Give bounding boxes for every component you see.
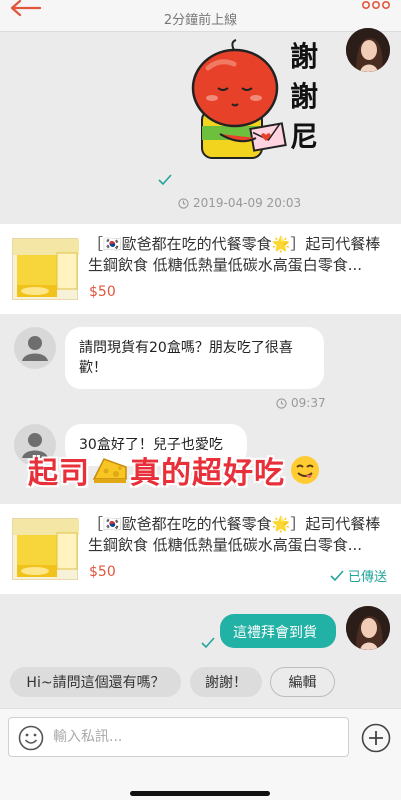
read-check-icon xyxy=(158,174,172,186)
cheese-icon xyxy=(92,458,127,483)
message-composer xyxy=(0,708,401,800)
question-timestamp: 09:37 xyxy=(276,396,326,410)
product-price: $50 xyxy=(89,284,116,300)
read-check-icon xyxy=(201,637,215,649)
sticker-text-2: 謝 xyxy=(290,80,318,113)
product-image xyxy=(12,238,79,300)
overlay-text-part-2: 真的超好吃 xyxy=(130,456,285,491)
sticker-text-3: 尼 xyxy=(290,120,318,153)
overlay-caption: 起司 真的超好吃 xyxy=(28,448,321,492)
product-title[interactable]: ［🇰🇷歐爸都在吃的代餐零食🌟］起司代餐棒 生鋼飲食 低糖低熱量低碳水高蛋白零食.… xyxy=(88,234,388,276)
sent-status: 已傳送 xyxy=(330,566,387,585)
product-image xyxy=(12,518,79,580)
timestamp-text: 09:37 xyxy=(291,396,326,410)
product-price: $50 xyxy=(89,564,116,580)
thank-you-sticker: 謝 謝 尼 xyxy=(191,39,318,159)
my-avatar[interactable] xyxy=(346,28,390,72)
more-options-icon[interactable] xyxy=(361,0,391,14)
chat-header: 2分鐘前上線 xyxy=(0,0,401,32)
home-indicator xyxy=(130,791,270,796)
product-title[interactable]: ［🇰🇷歐爸都在吃的代餐零食🌟］起司代餐棒 生鋼飲食 低糖低熱量低碳水高蛋白零食.… xyxy=(88,514,388,556)
my-avatar[interactable] xyxy=(346,606,390,650)
sticker-timestamp: 2019-04-09 20:03 xyxy=(178,196,301,210)
quick-reply-button[interactable]: Hi~請問這個還有嗎？ xyxy=(10,667,181,697)
product-card[interactable]: ［🇰🇷歐爸都在吃的代餐零食🌟］起司代餐棒 生鋼飲食 低糖低熱量低碳水高蛋白零食.… xyxy=(0,504,401,594)
buyer-avatar[interactable] xyxy=(14,327,56,369)
message-input[interactable] xyxy=(8,717,349,757)
add-attachment-icon[interactable] xyxy=(361,723,391,753)
overlay-text-part-1: 起司 xyxy=(28,456,90,491)
yum-face-icon xyxy=(291,456,319,484)
timestamp-text: 2019-04-09 20:03 xyxy=(193,196,302,210)
sent-status-text: 已傳送 xyxy=(347,570,387,585)
product-card[interactable]: ［🇰🇷歐爸都在吃的代餐零食🌟］起司代餐棒 生鋼飲食 低糖低熱量低碳水高蛋白零食.… xyxy=(0,224,401,314)
emoji-icon[interactable] xyxy=(18,725,44,751)
online-status: 2分鐘前上線 xyxy=(163,13,238,28)
clock-icon xyxy=(178,197,189,209)
sticker-text-1: 謝 xyxy=(290,40,318,73)
clock-icon xyxy=(276,397,287,409)
check-icon xyxy=(330,569,344,581)
edit-quick-replies-button[interactable]: 編輯 xyxy=(270,667,335,697)
incoming-message: 請問現貨有20盒嗎？朋友吃了很喜歡！ xyxy=(65,327,324,389)
quick-reply-button[interactable]: 謝謝！ xyxy=(190,667,262,697)
outgoing-message: 這禮拜會到貨 xyxy=(220,614,336,648)
